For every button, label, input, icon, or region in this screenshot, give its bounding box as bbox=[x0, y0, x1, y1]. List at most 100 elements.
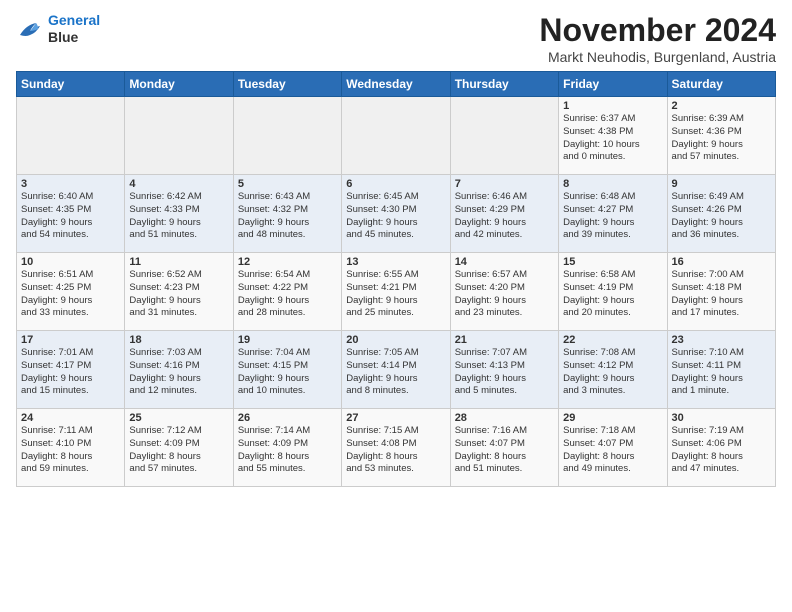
calendar-cell: 16Sunrise: 7:00 AM Sunset: 4:18 PM Dayli… bbox=[667, 253, 775, 331]
day-info: Sunrise: 6:48 AM Sunset: 4:27 PM Dayligh… bbox=[563, 191, 662, 242]
calendar-cell: 8Sunrise: 6:48 AM Sunset: 4:27 PM Daylig… bbox=[559, 175, 667, 253]
calendar-cell: 10Sunrise: 6:51 AM Sunset: 4:25 PM Dayli… bbox=[17, 253, 125, 331]
subtitle: Markt Neuhodis, Burgenland, Austria bbox=[539, 49, 776, 65]
calendar-cell: 2Sunrise: 6:39 AM Sunset: 4:36 PM Daylig… bbox=[667, 97, 775, 175]
day-number: 10 bbox=[21, 256, 120, 268]
day-info: Sunrise: 6:42 AM Sunset: 4:33 PM Dayligh… bbox=[129, 191, 228, 242]
calendar-cell: 5Sunrise: 6:43 AM Sunset: 4:32 PM Daylig… bbox=[233, 175, 341, 253]
day-number: 1 bbox=[563, 100, 662, 112]
day-number: 23 bbox=[672, 334, 771, 346]
calendar-cell bbox=[450, 97, 558, 175]
calendar-table: Sunday Monday Tuesday Wednesday Thursday… bbox=[16, 71, 776, 487]
day-number: 29 bbox=[563, 412, 662, 424]
calendar-header: Sunday Monday Tuesday Wednesday Thursday… bbox=[17, 72, 776, 97]
calendar-cell: 6Sunrise: 6:45 AM Sunset: 4:30 PM Daylig… bbox=[342, 175, 450, 253]
day-info: Sunrise: 6:37 AM Sunset: 4:38 PM Dayligh… bbox=[563, 113, 662, 164]
day-number: 2 bbox=[672, 100, 771, 112]
calendar-week-4: 24Sunrise: 7:11 AM Sunset: 4:10 PM Dayli… bbox=[17, 409, 776, 487]
day-info: Sunrise: 7:01 AM Sunset: 4:17 PM Dayligh… bbox=[21, 347, 120, 398]
day-number: 13 bbox=[346, 256, 445, 268]
day-info: Sunrise: 6:58 AM Sunset: 4:19 PM Dayligh… bbox=[563, 269, 662, 320]
calendar-cell: 26Sunrise: 7:14 AM Sunset: 4:09 PM Dayli… bbox=[233, 409, 341, 487]
day-info: Sunrise: 6:51 AM Sunset: 4:25 PM Dayligh… bbox=[21, 269, 120, 320]
col-wednesday: Wednesday bbox=[342, 72, 450, 97]
col-tuesday: Tuesday bbox=[233, 72, 341, 97]
logo-line1: General bbox=[48, 12, 100, 28]
calendar-cell: 7Sunrise: 6:46 AM Sunset: 4:29 PM Daylig… bbox=[450, 175, 558, 253]
day-info: Sunrise: 6:55 AM Sunset: 4:21 PM Dayligh… bbox=[346, 269, 445, 320]
day-info: Sunrise: 6:54 AM Sunset: 4:22 PM Dayligh… bbox=[238, 269, 337, 320]
day-info: Sunrise: 7:14 AM Sunset: 4:09 PM Dayligh… bbox=[238, 425, 337, 476]
day-number: 26 bbox=[238, 412, 337, 424]
calendar-cell: 18Sunrise: 7:03 AM Sunset: 4:16 PM Dayli… bbox=[125, 331, 233, 409]
calendar-cell: 27Sunrise: 7:15 AM Sunset: 4:08 PM Dayli… bbox=[342, 409, 450, 487]
day-info: Sunrise: 7:19 AM Sunset: 4:06 PM Dayligh… bbox=[672, 425, 771, 476]
calendar-cell: 12Sunrise: 6:54 AM Sunset: 4:22 PM Dayli… bbox=[233, 253, 341, 331]
day-info: Sunrise: 7:05 AM Sunset: 4:14 PM Dayligh… bbox=[346, 347, 445, 398]
day-number: 27 bbox=[346, 412, 445, 424]
day-info: Sunrise: 6:49 AM Sunset: 4:26 PM Dayligh… bbox=[672, 191, 771, 242]
day-number: 15 bbox=[563, 256, 662, 268]
day-number: 8 bbox=[563, 178, 662, 190]
day-info: Sunrise: 7:04 AM Sunset: 4:15 PM Dayligh… bbox=[238, 347, 337, 398]
calendar-cell bbox=[17, 97, 125, 175]
calendar-week-0: 1Sunrise: 6:37 AM Sunset: 4:38 PM Daylig… bbox=[17, 97, 776, 175]
logo: General Blue bbox=[16, 12, 100, 46]
day-number: 16 bbox=[672, 256, 771, 268]
day-number: 14 bbox=[455, 256, 554, 268]
day-info: Sunrise: 7:03 AM Sunset: 4:16 PM Dayligh… bbox=[129, 347, 228, 398]
calendar-week-1: 3Sunrise: 6:40 AM Sunset: 4:35 PM Daylig… bbox=[17, 175, 776, 253]
title-block: November 2024 Markt Neuhodis, Burgenland… bbox=[539, 12, 776, 65]
col-sunday: Sunday bbox=[17, 72, 125, 97]
header: General Blue November 2024 Markt Neuhodi… bbox=[16, 12, 776, 65]
calendar-cell: 15Sunrise: 6:58 AM Sunset: 4:19 PM Dayli… bbox=[559, 253, 667, 331]
calendar-cell: 9Sunrise: 6:49 AM Sunset: 4:26 PM Daylig… bbox=[667, 175, 775, 253]
calendar-cell: 30Sunrise: 7:19 AM Sunset: 4:06 PM Dayli… bbox=[667, 409, 775, 487]
calendar-cell: 1Sunrise: 6:37 AM Sunset: 4:38 PM Daylig… bbox=[559, 97, 667, 175]
calendar-cell: 4Sunrise: 6:42 AM Sunset: 4:33 PM Daylig… bbox=[125, 175, 233, 253]
day-info: Sunrise: 6:39 AM Sunset: 4:36 PM Dayligh… bbox=[672, 113, 771, 164]
day-number: 24 bbox=[21, 412, 120, 424]
header-row: Sunday Monday Tuesday Wednesday Thursday… bbox=[17, 72, 776, 97]
calendar-cell: 19Sunrise: 7:04 AM Sunset: 4:15 PM Dayli… bbox=[233, 331, 341, 409]
day-number: 3 bbox=[21, 178, 120, 190]
logo-icon bbox=[16, 17, 44, 41]
day-info: Sunrise: 6:46 AM Sunset: 4:29 PM Dayligh… bbox=[455, 191, 554, 242]
day-info: Sunrise: 7:12 AM Sunset: 4:09 PM Dayligh… bbox=[129, 425, 228, 476]
day-info: Sunrise: 7:00 AM Sunset: 4:18 PM Dayligh… bbox=[672, 269, 771, 320]
calendar-cell: 21Sunrise: 7:07 AM Sunset: 4:13 PM Dayli… bbox=[450, 331, 558, 409]
day-number: 9 bbox=[672, 178, 771, 190]
day-number: 30 bbox=[672, 412, 771, 424]
day-number: 20 bbox=[346, 334, 445, 346]
day-info: Sunrise: 7:16 AM Sunset: 4:07 PM Dayligh… bbox=[455, 425, 554, 476]
calendar-cell: 29Sunrise: 7:18 AM Sunset: 4:07 PM Dayli… bbox=[559, 409, 667, 487]
col-thursday: Thursday bbox=[450, 72, 558, 97]
calendar-cell: 14Sunrise: 6:57 AM Sunset: 4:20 PM Dayli… bbox=[450, 253, 558, 331]
day-number: 12 bbox=[238, 256, 337, 268]
day-number: 11 bbox=[129, 256, 228, 268]
day-info: Sunrise: 6:57 AM Sunset: 4:20 PM Dayligh… bbox=[455, 269, 554, 320]
calendar-cell: 13Sunrise: 6:55 AM Sunset: 4:21 PM Dayli… bbox=[342, 253, 450, 331]
calendar-cell bbox=[125, 97, 233, 175]
day-info: Sunrise: 6:52 AM Sunset: 4:23 PM Dayligh… bbox=[129, 269, 228, 320]
calendar-cell bbox=[342, 97, 450, 175]
calendar-cell bbox=[233, 97, 341, 175]
day-number: 21 bbox=[455, 334, 554, 346]
day-number: 18 bbox=[129, 334, 228, 346]
calendar-body: 1Sunrise: 6:37 AM Sunset: 4:38 PM Daylig… bbox=[17, 97, 776, 487]
day-number: 25 bbox=[129, 412, 228, 424]
col-friday: Friday bbox=[559, 72, 667, 97]
day-info: Sunrise: 7:08 AM Sunset: 4:12 PM Dayligh… bbox=[563, 347, 662, 398]
day-number: 19 bbox=[238, 334, 337, 346]
logo-text: General Blue bbox=[48, 12, 100, 46]
main-title: November 2024 bbox=[539, 12, 776, 49]
calendar-cell: 28Sunrise: 7:16 AM Sunset: 4:07 PM Dayli… bbox=[450, 409, 558, 487]
calendar-week-3: 17Sunrise: 7:01 AM Sunset: 4:17 PM Dayli… bbox=[17, 331, 776, 409]
day-info: Sunrise: 7:07 AM Sunset: 4:13 PM Dayligh… bbox=[455, 347, 554, 398]
day-number: 22 bbox=[563, 334, 662, 346]
day-info: Sunrise: 7:18 AM Sunset: 4:07 PM Dayligh… bbox=[563, 425, 662, 476]
calendar-cell: 3Sunrise: 6:40 AM Sunset: 4:35 PM Daylig… bbox=[17, 175, 125, 253]
day-info: Sunrise: 6:43 AM Sunset: 4:32 PM Dayligh… bbox=[238, 191, 337, 242]
day-number: 5 bbox=[238, 178, 337, 190]
day-info: Sunrise: 6:45 AM Sunset: 4:30 PM Dayligh… bbox=[346, 191, 445, 242]
